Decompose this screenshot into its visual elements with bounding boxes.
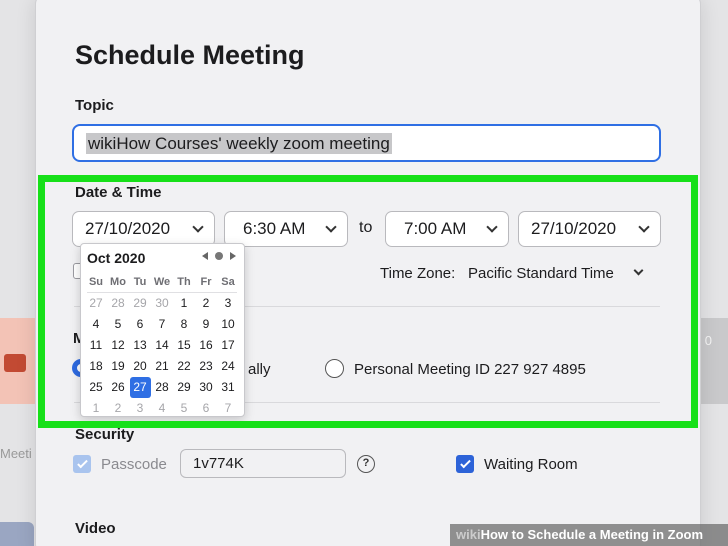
calendar-day[interactable]: 2 <box>108 398 129 419</box>
calendar-day[interactable]: 9 <box>196 314 217 335</box>
waiting-room-checkbox[interactable] <box>456 455 474 473</box>
end-time-value: 7:00 AM <box>404 219 467 238</box>
calendar-grid: Su Mo Tu We Th Fr Sa 27 28 29 30 1 2 3 4 5 6 7 8 9 10 11 12 13 1… <box>85 272 240 419</box>
calendar-day[interactable]: 6 <box>196 398 217 419</box>
calendar-day[interactable]: 14 <box>152 335 173 356</box>
personal-meeting-id-radio[interactable] <box>325 359 344 378</box>
calendar-day[interactable]: 3 <box>130 398 151 419</box>
background-card-icon <box>4 354 26 372</box>
date-picker-popup: Oct 2020 Su Mo Tu We Th Fr Sa 27 28 29 30 1 2 3 4 5 6 7 8 9… <box>80 243 245 417</box>
weekday-header: We <box>153 276 171 288</box>
background-label-right: 0 <box>704 333 712 348</box>
chevron-down-icon <box>638 221 650 233</box>
calendar-day[interactable]: 8 <box>174 314 195 335</box>
calendar-month-label: Oct 2020 <box>87 250 146 266</box>
calendar-day[interactable]: 21 <box>152 356 173 377</box>
calendar-day[interactable]: 26 <box>108 377 129 398</box>
checkmark-icon <box>76 457 88 469</box>
calendar-day[interactable]: 25 <box>86 377 107 398</box>
background-label-left: Meeti <box>0 446 32 461</box>
passcode-label: Passcode <box>101 456 167 473</box>
calendar-day[interactable]: 28 <box>108 293 129 314</box>
previous-month-icon[interactable] <box>202 252 208 260</box>
calendar-day[interactable]: 27 <box>86 293 107 314</box>
checkmark-icon <box>459 457 471 469</box>
calendar-day[interactable]: 30 <box>196 377 217 398</box>
security-label: Security <box>75 426 135 443</box>
passcode-checkbox[interactable] <box>73 455 91 473</box>
calendar-day[interactable]: 4 <box>86 314 107 335</box>
topic-label: Topic <box>75 97 114 114</box>
calendar-day[interactable]: 24 <box>218 356 239 377</box>
calendar-day-selected[interactable]: 27 <box>129 377 151 398</box>
calendar-day[interactable]: 30 <box>152 293 173 314</box>
end-time-dropdown[interactable]: 7:00 AM <box>385 211 509 247</box>
help-icon[interactable]: ? <box>357 455 375 473</box>
waiting-room-label: Waiting Room <box>484 456 578 473</box>
calendar-nav <box>202 252 236 260</box>
watermark: wikiHow to Schedule a Meeting in Zoom <box>450 524 728 546</box>
topic-input-selected-text: wikiHow Courses' weekly zoom meeting <box>86 133 392 154</box>
weekday-header: Su <box>88 276 104 288</box>
watermark-prefix: wiki <box>456 527 481 542</box>
chevron-down-icon <box>192 221 204 233</box>
calendar-day[interactable]: 5 <box>108 314 129 335</box>
generate-automatically-label: ally <box>248 361 271 378</box>
calendar-day[interactable]: 1 <box>174 293 195 314</box>
date-time-label: Date & Time <box>75 184 162 201</box>
video-label: Video <box>75 520 116 537</box>
calendar-day[interactable]: 12 <box>108 335 129 356</box>
calendar-day[interactable]: 4 <box>152 398 173 419</box>
calendar-day[interactable]: 5 <box>174 398 195 419</box>
dialog-title: Schedule Meeting <box>75 40 305 70</box>
calendar-day[interactable]: 13 <box>130 335 151 356</box>
weekday-header: Fr <box>200 276 212 288</box>
time-zone-dropdown[interactable]: Pacific Standard Time <box>468 265 614 282</box>
calendar-day[interactable]: 29 <box>174 377 195 398</box>
calendar-day[interactable]: 15 <box>174 335 195 356</box>
calendar-header: Oct 2020 <box>85 248 240 270</box>
calendar-day[interactable]: 7 <box>152 314 173 335</box>
background-card-bottom <box>0 522 34 546</box>
weekday-header: Th <box>177 276 191 288</box>
end-date-dropdown[interactable]: 27/10/2020 <box>518 211 661 247</box>
background-card-right <box>698 318 728 404</box>
weekday-header: Tu <box>133 276 147 288</box>
watermark-text: How to Schedule a Meeting in Zoom <box>480 527 704 542</box>
weekday-header: Mo <box>110 276 126 288</box>
passcode-input[interactable]: 1v774K <box>180 449 346 478</box>
weekday-header: Sa <box>221 276 235 288</box>
to-label: to <box>359 219 373 236</box>
start-date-dropdown[interactable]: 27/10/2020 <box>72 211 215 247</box>
start-time-dropdown[interactable]: 6:30 AM <box>224 211 348 247</box>
topic-input[interactable]: wikiHow Courses' weekly zoom meeting <box>72 124 661 162</box>
calendar-day[interactable]: 20 <box>130 356 151 377</box>
background-card-left <box>0 318 40 404</box>
calendar-day[interactable]: 22 <box>174 356 195 377</box>
start-date-value: 27/10/2020 <box>85 219 171 238</box>
calendar-day[interactable]: 11 <box>86 335 107 356</box>
next-month-icon[interactable] <box>230 252 236 260</box>
chevron-down-icon <box>486 221 498 233</box>
calendar-day[interactable]: 29 <box>130 293 151 314</box>
today-dot-icon[interactable] <box>215 252 223 260</box>
calendar-day[interactable]: 16 <box>196 335 217 356</box>
calendar-day[interactable]: 3 <box>218 293 239 314</box>
chevron-down-icon <box>325 221 337 233</box>
calendar-day[interactable]: 1 <box>86 398 107 419</box>
personal-meeting-id-label: Personal Meeting ID 227 927 4895 <box>354 361 586 378</box>
calendar-day[interactable]: 28 <box>152 377 173 398</box>
calendar-day[interactable]: 23 <box>196 356 217 377</box>
calendar-day[interactable]: 31 <box>218 377 239 398</box>
calendar-day[interactable]: 18 <box>86 356 107 377</box>
calendar-day[interactable]: 10 <box>218 314 239 335</box>
calendar-day[interactable]: 19 <box>108 356 129 377</box>
end-date-value: 27/10/2020 <box>531 219 617 238</box>
calendar-day[interactable]: 17 <box>218 335 239 356</box>
calendar-day[interactable]: 6 <box>130 314 151 335</box>
calendar-day[interactable]: 2 <box>196 293 217 314</box>
time-zone-label: Time Zone: <box>380 265 456 282</box>
start-time-value: 6:30 AM <box>243 219 306 238</box>
calendar-day[interactable]: 7 <box>218 398 239 419</box>
